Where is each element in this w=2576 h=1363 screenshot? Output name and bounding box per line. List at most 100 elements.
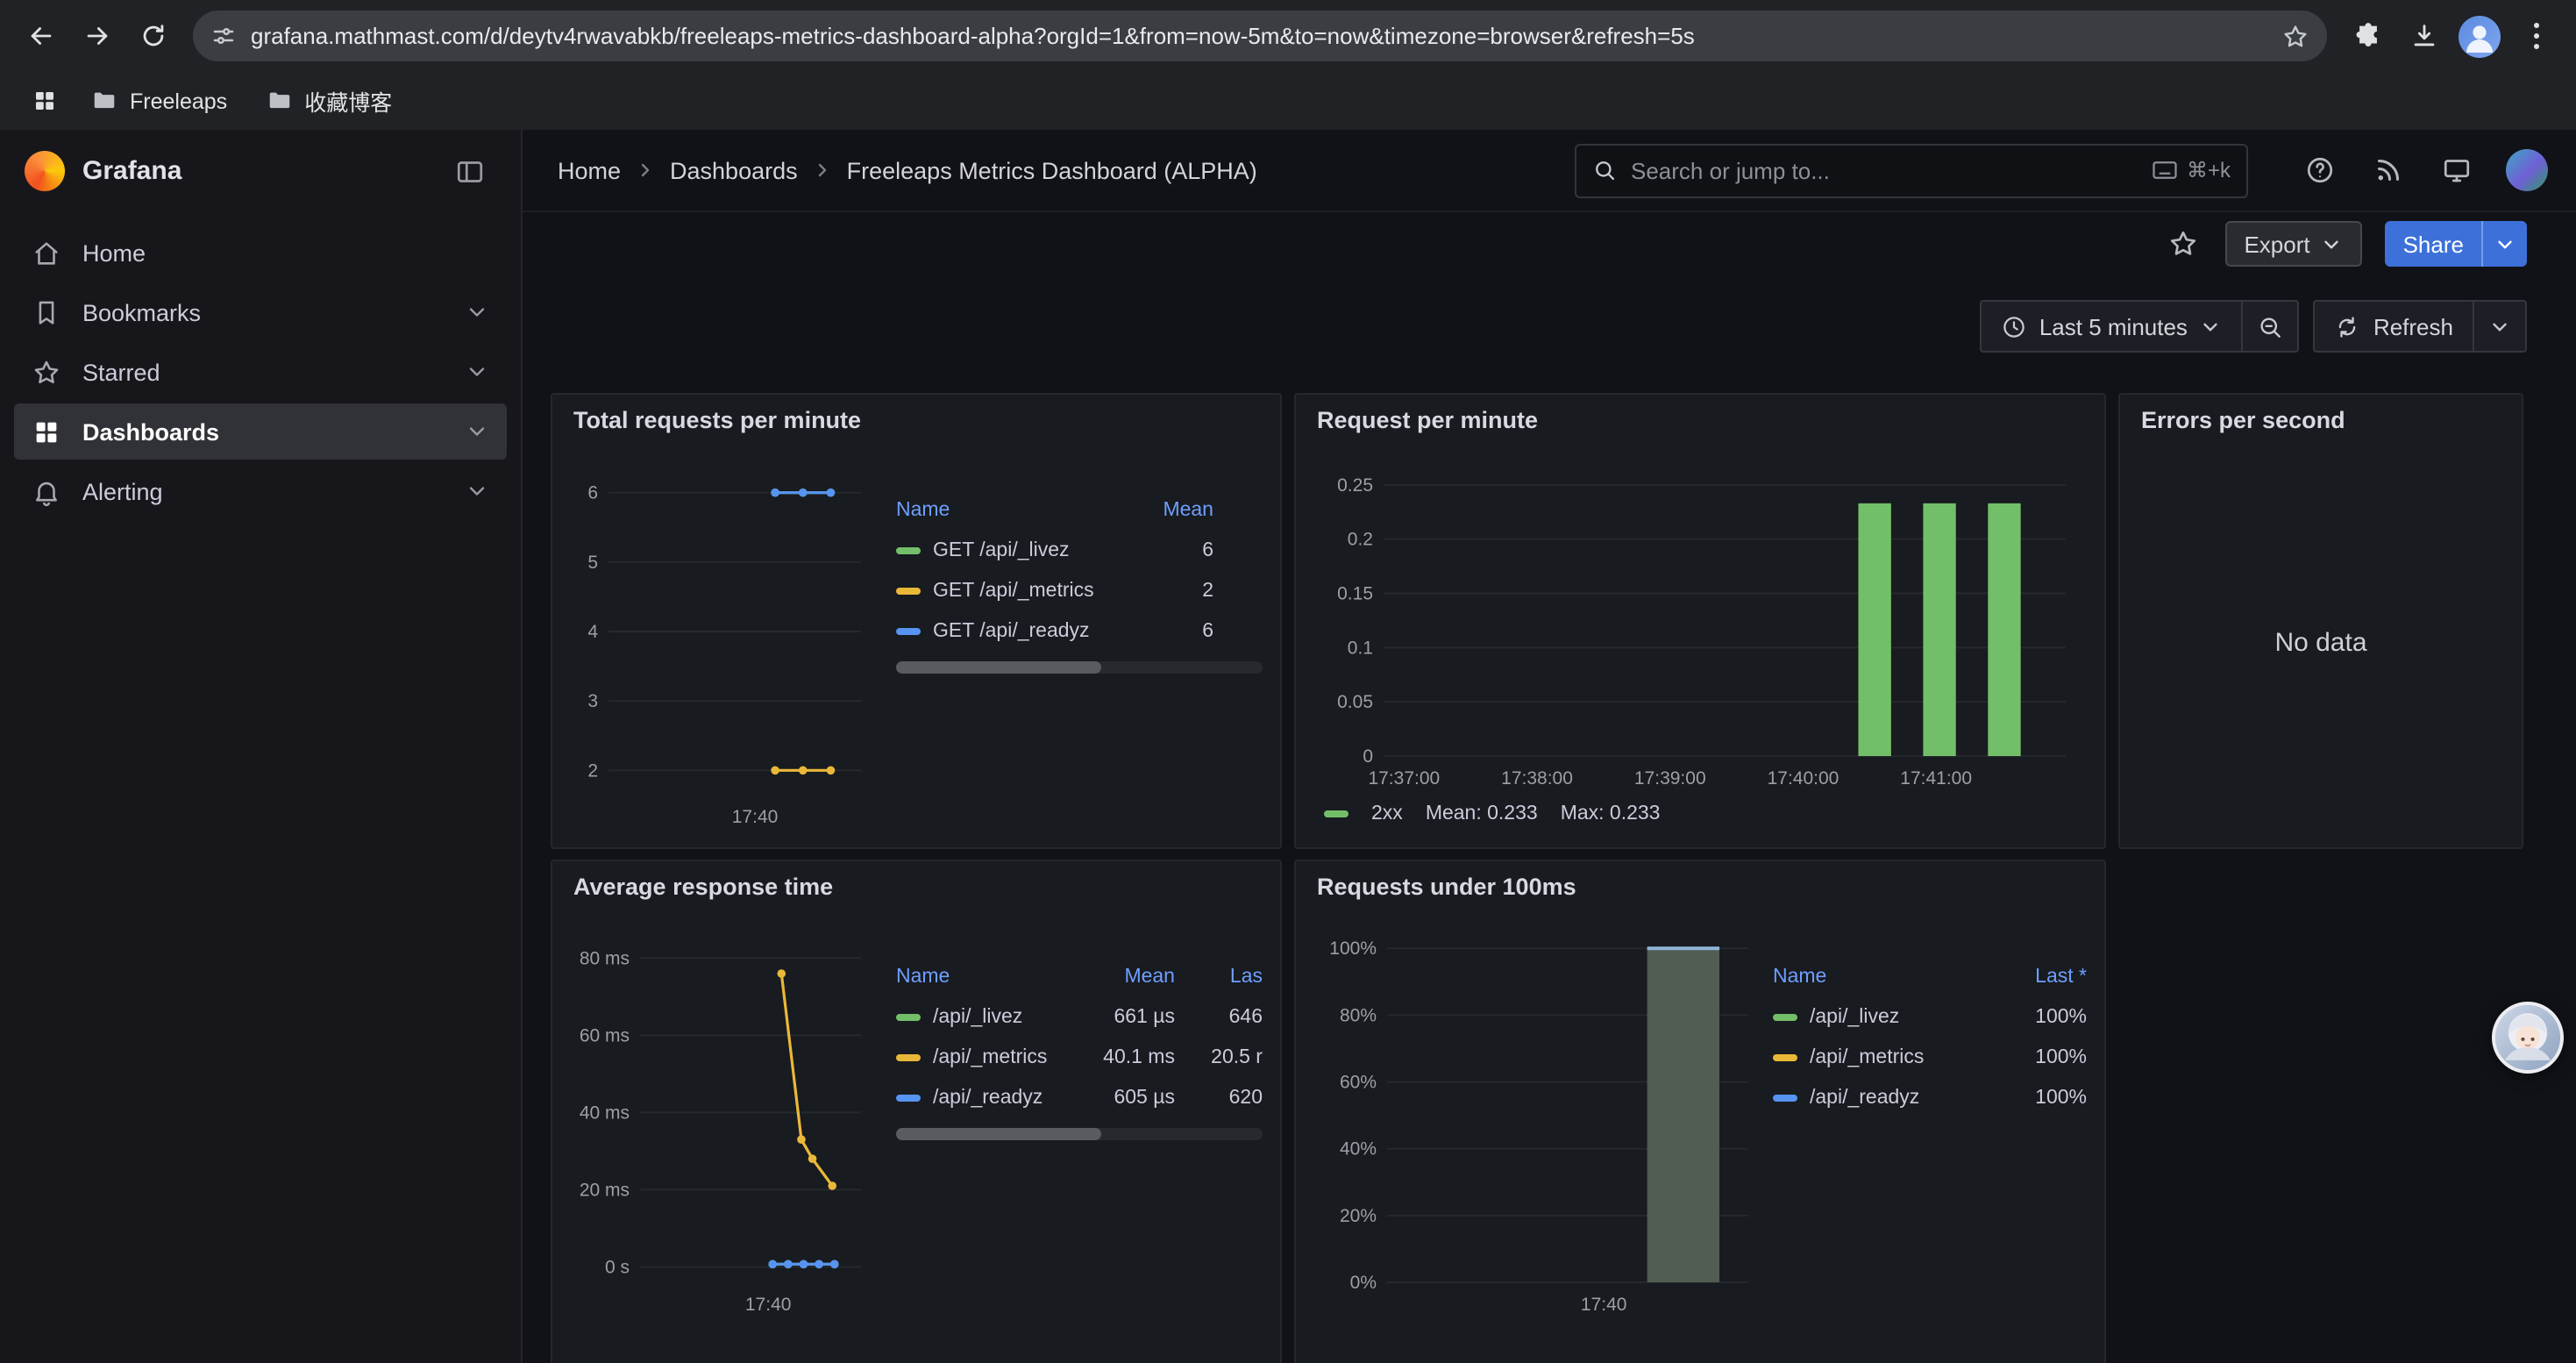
panel-title[interactable]: Request per minute — [1317, 407, 1538, 433]
panel-title[interactable]: Total requests per minute — [573, 407, 861, 433]
series-color-dash — [896, 1013, 921, 1020]
legend-value: 100% — [1992, 1087, 2087, 1108]
panel-requests-under-100ms: Requests under 100ms 0%20%40%60%80%100%1… — [1294, 860, 2106, 1363]
chevron-down-icon[interactable] — [465, 419, 489, 444]
apps-grid-icon[interactable] — [21, 78, 67, 124]
legend-header-mean[interactable]: Mean — [1066, 966, 1175, 987]
bookmark-folder-freeleaps[interactable]: Freeleaps — [77, 80, 241, 122]
panel-title[interactable]: Average response time — [573, 874, 833, 900]
favorite-star-icon[interactable] — [2163, 225, 2202, 263]
legend-series-name[interactable]: /api/_readyz — [1810, 1087, 1919, 1108]
url-bar[interactable]: grafana.mathmast.com/d/deytv4rwavabkb/fr… — [193, 11, 2327, 61]
legend-row: /api/_livez661 µs646 — [896, 996, 1263, 1037]
bookmark-label: 收藏博客 — [304, 84, 392, 118]
svg-text:2: 2 — [587, 760, 598, 781]
folder-icon — [91, 88, 117, 114]
legend-value: 605 µs — [1066, 1087, 1175, 1108]
legend-series-name[interactable]: /api/_readyz — [933, 1087, 1042, 1108]
keyboard-shortcut: ⌘+k — [2152, 158, 2231, 182]
panel-title[interactable]: Errors per second — [2141, 407, 2345, 433]
chevron-down-icon[interactable] — [465, 360, 489, 384]
svg-text:0%: 0% — [1350, 1273, 1377, 1293]
profile-avatar[interactable] — [2453, 10, 2506, 62]
sidebar-item-label: Starred — [82, 359, 160, 385]
sidebar-item-starred[interactable]: Starred — [14, 344, 507, 400]
brand-title: Grafana — [82, 156, 433, 186]
grafana-logo[interactable] — [25, 151, 65, 191]
legend-series-name[interactable]: GET /api/_readyz — [933, 620, 1090, 641]
breadcrumb-dashboards[interactable]: Dashboards — [670, 157, 798, 183]
news-rss-icon[interactable] — [2369, 151, 2408, 189]
share-dropdown-icon[interactable] — [2481, 221, 2527, 267]
refresh-icon — [2335, 313, 2361, 339]
legend-header-mean[interactable]: Mean — [1133, 499, 1213, 520]
legend-header-name[interactable]: Name — [896, 499, 1119, 520]
legend-value: 6 — [1133, 620, 1213, 641]
chevron-down-icon[interactable] — [465, 300, 489, 325]
breadcrumb-home[interactable]: Home — [558, 157, 621, 183]
requests-under-100ms-chart[interactable]: 0%20%40%60%80%100%17:40 — [1313, 917, 1762, 1321]
refresh-button[interactable]: Refresh — [2314, 300, 2474, 353]
legend-series-name[interactable]: /api/_metrics — [1810, 1046, 1924, 1067]
assistant-avatar[interactable] — [2492, 1002, 2564, 1074]
request-per-minute-chart[interactable]: 00.050.10.150.20.2517:37:0017:38:0017:39… — [1313, 451, 2087, 795]
monitor-icon[interactable] — [2437, 151, 2476, 189]
legend-series-name[interactable]: /api/_livez — [1810, 1006, 1899, 1027]
requests-under-100ms-legend: Name Last * /api/_livez100% /api/_metrics 10… — [1773, 956, 2087, 1117]
menu-icon[interactable] — [2509, 10, 2562, 62]
forward-button[interactable] — [70, 10, 123, 62]
legend-header-row: Name Last * — [1773, 956, 2087, 996]
sidebar-item-bookmarks[interactable]: Bookmarks — [14, 284, 507, 340]
legend-header-name[interactable]: Name — [1773, 966, 1978, 987]
chevron-down-icon[interactable] — [465, 479, 489, 503]
panel-title[interactable]: Requests under 100ms — [1317, 874, 1576, 900]
legend-header-row: Name Mean — [896, 489, 1213, 530]
series-color-dash — [896, 627, 921, 634]
legend-scrollbar[interactable] — [896, 661, 1263, 674]
zoom-out-button[interactable] — [2244, 300, 2300, 353]
time-range-picker[interactable]: Last 5 minutes — [1980, 300, 2244, 353]
legend-row: /api/_livez100% — [1773, 996, 2087, 1037]
legend-series-name[interactable]: GET /api/_livez — [933, 539, 1070, 560]
sidebar-item-alerting[interactable]: Alerting — [14, 463, 507, 519]
url-text[interactable]: grafana.mathmast.com/d/deytv4rwavabkb/fr… — [251, 23, 2267, 49]
total-requests-chart[interactable]: 2345617:40 — [570, 451, 879, 833]
reload-button[interactable] — [126, 10, 179, 62]
svg-text:80%: 80% — [1340, 1005, 1377, 1025]
legend-row: GET /api/_readyz 6 — [896, 610, 1213, 651]
extensions-icon[interactable] — [2341, 10, 2394, 62]
legend-header-las[interactable]: Las — [1189, 966, 1263, 987]
series-color-dash — [896, 587, 921, 594]
sidebar-item-dashboards[interactable]: Dashboards — [14, 403, 507, 460]
refresh-interval-dropdown[interactable] — [2474, 300, 2527, 353]
user-avatar[interactable] — [2506, 149, 2548, 191]
bookmark-star-icon[interactable] — [2281, 22, 2309, 50]
back-button[interactable] — [14, 10, 67, 62]
downloads-icon[interactable] — [2397, 10, 2450, 62]
legend-scrollbar[interactable] — [896, 1128, 1263, 1140]
share-button[interactable]: Share — [2386, 221, 2481, 267]
legend-series-name[interactable]: GET /api/_metrics — [933, 580, 1094, 601]
legend-header-last-[interactable]: Last * — [1992, 966, 2087, 987]
series-color-dash — [896, 1094, 921, 1101]
scrollbar-thumb[interactable] — [896, 1128, 1101, 1140]
sidebar-item-label: Home — [82, 239, 146, 266]
help-icon[interactable] — [2301, 151, 2339, 189]
legend-series-name[interactable]: /api/_metrics — [933, 1046, 1047, 1067]
dock-sidebar-icon[interactable] — [451, 152, 489, 190]
scrollbar-thumb[interactable] — [896, 661, 1101, 674]
site-settings-icon[interactable] — [210, 23, 237, 49]
sidebar-item-home[interactable]: Home — [14, 225, 507, 281]
legend-series-name[interactable]: 2xx — [1371, 803, 1403, 824]
legend-header-name[interactable]: Name — [896, 966, 1052, 987]
search-input[interactable]: Search or jump to... ⌘+k — [1575, 143, 2248, 197]
bookmark-folder-blog[interactable]: 收藏博客 — [252, 80, 406, 122]
export-button[interactable]: Export — [2224, 221, 2362, 267]
legend-value: 20.5 r — [1189, 1046, 1263, 1067]
legend-series-name[interactable]: /api/_livez — [933, 1006, 1022, 1027]
svg-text:17:40:00: 17:40:00 — [1768, 768, 1839, 789]
zoom-out-icon — [2258, 313, 2284, 339]
average-response-time-chart[interactable]: 0 s20 ms40 ms60 ms80 ms17:40 — [570, 917, 879, 1321]
svg-text:6: 6 — [587, 483, 598, 503]
svg-text:0.2: 0.2 — [1348, 530, 1373, 550]
